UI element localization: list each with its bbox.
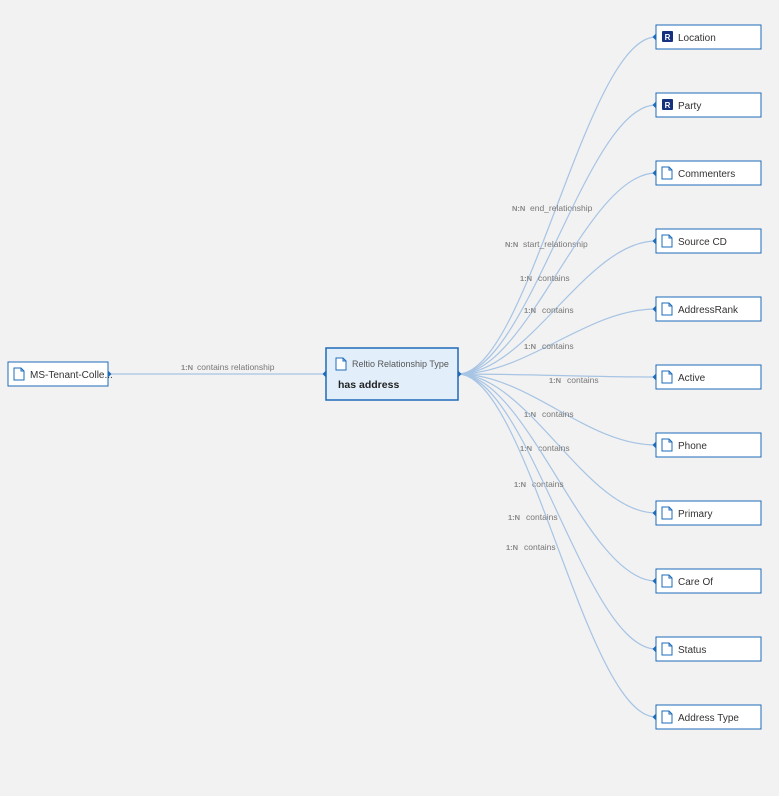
node-right-10[interactable]: Address Type bbox=[656, 705, 761, 729]
edge-right-label-10: contains bbox=[524, 542, 556, 552]
node-right-9[interactable]: Status bbox=[656, 637, 761, 661]
edge-left-label: contains relationship bbox=[197, 362, 275, 372]
edge-right-card-4: 1:N bbox=[524, 342, 536, 351]
edge-right-label-7: contains bbox=[538, 443, 570, 453]
edge-right-label-3: contains bbox=[542, 305, 574, 315]
node-left[interactable]: MS-Tenant-Colle... bbox=[8, 362, 113, 386]
node-right-label-10: Address Type bbox=[678, 713, 739, 724]
svg-text:R: R bbox=[665, 101, 671, 110]
node-right-4[interactable]: AddressRank bbox=[656, 297, 761, 321]
node-right-0[interactable]: R Location bbox=[656, 25, 761, 49]
edge-right-card-9: 1:N bbox=[508, 513, 520, 522]
edge-right-card-2: 1:N bbox=[520, 274, 532, 283]
edge-right-card-0: N:N bbox=[512, 204, 525, 213]
edge-right-card-3: 1:N bbox=[524, 306, 536, 315]
edge-right-label-2: contains bbox=[538, 273, 570, 283]
node-right-label-7: Primary bbox=[678, 509, 712, 520]
node-left-label: MS-Tenant-Colle... bbox=[30, 370, 113, 381]
edge-right-10 bbox=[458, 374, 656, 717]
node-right-2[interactable]: Commenters bbox=[656, 161, 761, 185]
edge-right-label-6: contains bbox=[542, 409, 574, 419]
node-right-label-4: AddressRank bbox=[678, 305, 739, 316]
node-right-label-6: Phone bbox=[678, 441, 707, 452]
node-right-label-8: Care Of bbox=[678, 577, 713, 588]
node-right-label-0: Location bbox=[678, 33, 716, 44]
node-right-label-9: Status bbox=[678, 645, 706, 656]
edge-right-card-1: N:N bbox=[505, 240, 518, 249]
node-right-label-5: Active bbox=[678, 373, 706, 384]
node-right-label-2: Commenters bbox=[678, 169, 735, 180]
node-center-name: has address bbox=[338, 379, 399, 391]
node-center-type: Reltio Relationship Type bbox=[352, 359, 449, 369]
node-right-label-1: Party bbox=[678, 101, 701, 112]
edge-right-card-10: 1:N bbox=[506, 543, 518, 552]
node-right-5[interactable]: Active bbox=[656, 365, 761, 389]
node-right-1[interactable]: R Party bbox=[656, 93, 761, 117]
node-right-8[interactable]: Care Of bbox=[656, 569, 761, 593]
edge-right-label-5: contains bbox=[567, 375, 599, 385]
diagram-canvas[interactable]: 1:N contains relationship N:N end_relations… bbox=[0, 0, 779, 796]
edge-right-card-8: 1:N bbox=[514, 480, 526, 489]
edge-right-card-5: 1:N bbox=[549, 376, 561, 385]
edge-right-label-9: contains bbox=[526, 512, 558, 522]
node-right-3[interactable]: Source CD bbox=[656, 229, 761, 253]
edge-left-card: 1:N bbox=[181, 363, 193, 372]
edge-right-8 bbox=[458, 374, 656, 581]
node-center[interactable]: Reltio Relationship Type has address bbox=[326, 348, 458, 400]
edge-right-label-4: contains bbox=[542, 341, 574, 351]
edge-right-label-8: contains bbox=[532, 479, 564, 489]
node-right-6[interactable]: Phone bbox=[656, 433, 761, 457]
edge-right-label-0: end_relationship bbox=[530, 203, 593, 213]
svg-text:R: R bbox=[665, 33, 671, 42]
node-right-label-3: Source CD bbox=[678, 237, 727, 248]
node-right-7[interactable]: Primary bbox=[656, 501, 761, 525]
